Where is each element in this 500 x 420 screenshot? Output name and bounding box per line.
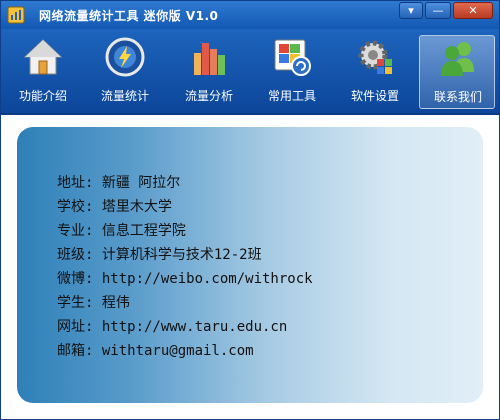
title-bar[interactable]: 网络流量统计工具 迷你版 V1.0 ▾ — ✕ — [1, 1, 499, 29]
weibo-line: 微博: http://weibo.com/withrock — [57, 271, 313, 287]
tab-settings-label: 软件设置 — [350, 89, 399, 103]
tab-common-tools[interactable]: 常用工具 — [254, 35, 330, 109]
bar-chart-icon — [194, 43, 225, 75]
close-button[interactable]: ✕ — [453, 2, 493, 19]
website-line: 网址: http://www.taru.edu.cn — [57, 319, 288, 335]
main-toolbar: 功能介绍 流量统计 流量分析 常用工具 软件设置 联系我们 — [1, 29, 499, 115]
minimize-button[interactable]: — — [425, 2, 451, 19]
major-line: 专业: 信息工程学院 — [57, 223, 186, 239]
tab-settings[interactable]: 软件设置 — [337, 35, 413, 109]
tab-common-tools-label: 常用工具 — [267, 89, 316, 103]
app-window: 网络流量统计工具 迷你版 V1.0 ▾ — ✕ 功能介绍 流量统计 流量分析 常… — [0, 0, 500, 420]
contact-info: 地址: 新疆 阿拉尔 学校: 塔里木大学 专业: 信息工程学院 班级: 计算机科… — [57, 171, 313, 363]
tab-traffic-stats[interactable]: 流量统计 — [87, 35, 163, 109]
tab-traffic-analysis-label: 流量分析 — [184, 89, 233, 103]
address-line: 地址: 新疆 阿拉尔 — [57, 175, 181, 191]
school-line: 学校: 塔里木大学 — [57, 199, 172, 215]
gauge-icon — [105, 37, 145, 77]
class-line: 班级: 计算机科学与技术12-2班 — [57, 247, 262, 263]
student-line: 学生: 程伟 — [57, 295, 130, 311]
tab-features[interactable]: 功能介绍 — [5, 35, 81, 109]
contact-card: 地址: 新疆 阿拉尔 学校: 塔里木大学 专业: 信息工程学院 班级: 计算机科… — [17, 127, 483, 403]
tab-features-label: 功能介绍 — [18, 89, 67, 103]
gear-icon — [358, 40, 392, 74]
menu-dropdown-button[interactable]: ▾ — [399, 2, 423, 19]
tab-traffic-analysis[interactable]: 流量分析 — [171, 35, 247, 109]
content-area: 地址: 新疆 阿拉尔 学校: 塔里木大学 专业: 信息工程学院 班级: 计算机科… — [5, 115, 495, 415]
house-icon — [23, 39, 63, 75]
tools-icon — [274, 39, 311, 76]
tab-contact-us-label: 联系我们 — [433, 90, 482, 104]
email-line: 邮箱: withtaru@gmail.com — [57, 343, 254, 359]
app-logo-icon — [7, 6, 25, 24]
contacts-icon — [441, 42, 474, 76]
tab-traffic-stats-label: 流量统计 — [100, 89, 149, 103]
tab-contact-us[interactable]: 联系我们 — [419, 35, 495, 109]
window-title: 网络流量统计工具 迷你版 V1.0 — [39, 9, 219, 23]
